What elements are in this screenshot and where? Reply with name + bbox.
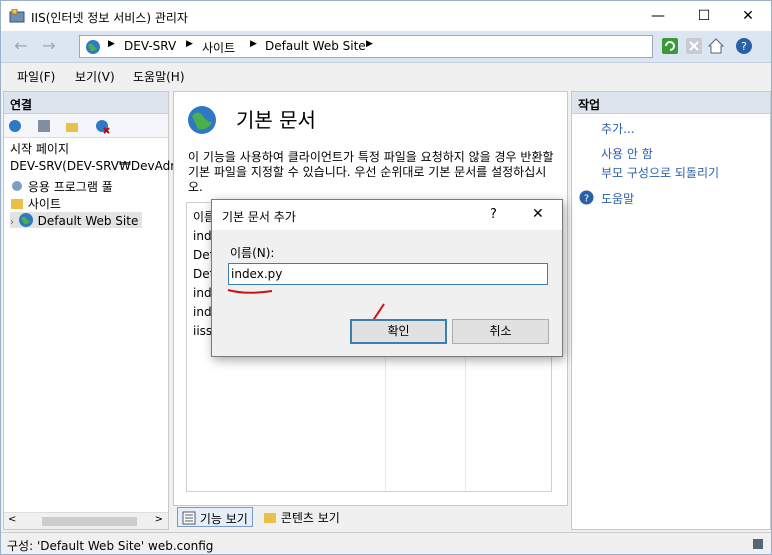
svg-text:?: ? bbox=[741, 40, 747, 53]
features-view-icon bbox=[182, 511, 196, 525]
globe-icon bbox=[18, 213, 33, 227]
iis-manager-window: IIS(인터넷 정보 서비스) 관리자 — ☐ ✕ ← → ▶ DEV-SRV … bbox=[0, 0, 772, 555]
feature-description: 이 기능을 사용하여 클라이언트가 특정 파일을 요청하지 않을 경우 반환할 … bbox=[188, 150, 554, 194]
cancel-button[interactable]: 취소 bbox=[452, 319, 549, 344]
help-icon: ? bbox=[579, 190, 594, 205]
status-network-icon bbox=[753, 539, 763, 549]
forward-button[interactable]: → bbox=[37, 35, 61, 59]
tree-server[interactable]: DEV-SRV(DEV-SRV₩DevAdm bbox=[10, 159, 182, 173]
breadcrumb-server[interactable]: DEV-SRV bbox=[124, 39, 176, 53]
menu-view[interactable]: 보기(V) bbox=[75, 68, 115, 85]
sites-folder-icon bbox=[11, 199, 23, 209]
disconnect-icon[interactable] bbox=[94, 118, 110, 134]
tree-sites[interactable]: 사이트 bbox=[10, 195, 61, 212]
window-title: IIS(인터넷 정보 서비스) 관리자 bbox=[31, 11, 188, 25]
actions-pane: 작업 추가... 사용 안 함 부모 구성으로 되돌리기 ? 도움말 bbox=[571, 91, 771, 530]
tree-start-page[interactable]: 시작 페이지 bbox=[10, 140, 69, 157]
action-disable[interactable]: 사용 안 함 bbox=[601, 145, 653, 162]
scroll-right-icon[interactable]: > bbox=[155, 514, 163, 525]
chevron-right-icon[interactable]: › bbox=[10, 217, 14, 228]
chevron-right-icon: ▶ bbox=[186, 39, 193, 49]
folder-up-icon[interactable] bbox=[64, 118, 80, 134]
stop-icon[interactable] bbox=[685, 37, 703, 55]
connections-header: 연결 bbox=[4, 92, 168, 114]
default-document-icon bbox=[188, 106, 216, 134]
status-text: 구성: 'Default Web Site' web.config bbox=[7, 539, 214, 553]
menu-file[interactable]: 파일(F) bbox=[17, 68, 55, 85]
page-title: 기본 문서 bbox=[236, 108, 316, 132]
tab-content-label: 콘텐츠 보기 bbox=[280, 511, 340, 525]
view-tabs: 기능 보기 콘텐츠 보기 bbox=[173, 506, 568, 530]
tab-features-view[interactable]: 기능 보기 bbox=[177, 507, 253, 527]
close-button[interactable]: ✕ bbox=[725, 1, 771, 31]
app-pool-icon bbox=[12, 181, 22, 191]
breadcrumb-sites[interactable]: 사이트 bbox=[202, 39, 235, 56]
globe-icon bbox=[86, 40, 100, 54]
red-underline-annotation bbox=[227, 289, 273, 294]
dialog-close-button[interactable]: ✕ bbox=[532, 206, 544, 222]
actions-header: 작업 bbox=[572, 92, 770, 114]
action-help[interactable]: 도움말 bbox=[601, 190, 634, 207]
back-button[interactable]: ← bbox=[9, 35, 33, 59]
navigation-bar: ← → ▶ DEV-SRV ▶ 사이트 ▶ Default Web Site ▶ bbox=[1, 31, 771, 63]
svg-text:?: ? bbox=[584, 194, 589, 205]
globe-icon[interactable] bbox=[7, 118, 23, 134]
breadcrumb-site[interactable]: Default Web Site bbox=[265, 39, 366, 53]
minimize-button[interactable]: — bbox=[635, 1, 681, 31]
title-bar: IIS(인터넷 정보 서비스) 관리자 — ☐ ✕ bbox=[1, 1, 771, 31]
home-icon[interactable] bbox=[707, 37, 725, 55]
tree-sites-label: 사이트 bbox=[27, 197, 61, 211]
iis-app-icon bbox=[9, 9, 25, 23]
name-label: 이름(N): bbox=[230, 246, 275, 260]
action-add[interactable]: 추가... bbox=[601, 120, 635, 137]
connections-toolbar bbox=[4, 114, 168, 138]
content-view-icon bbox=[264, 513, 276, 523]
tree-app-pools[interactable]: 응용 프로그램 풀 bbox=[10, 178, 113, 195]
chevron-right-icon: ▶ bbox=[250, 39, 257, 49]
chevron-right-icon: ▶ bbox=[366, 39, 373, 49]
help-icon[interactable]: ? bbox=[735, 37, 753, 55]
maximize-button[interactable]: ☐ bbox=[681, 1, 727, 31]
dialog-title: 기본 문서 추가 bbox=[222, 210, 296, 224]
tab-features-label: 기능 보기 bbox=[199, 512, 248, 526]
dialog-help-button[interactable]: ? bbox=[490, 207, 497, 222]
ok-button[interactable]: 확인 bbox=[350, 319, 447, 344]
scroll-left-icon[interactable]: < bbox=[8, 514, 16, 525]
tree-app-pools-label: 응용 프로그램 풀 bbox=[27, 180, 113, 194]
add-default-document-dialog: 기본 문서 추가 ? ✕ 이름(N): index.py 확인 취소 bbox=[211, 199, 563, 357]
address-bar[interactable]: ▶ DEV-SRV ▶ 사이트 ▶ Default Web Site ▶ bbox=[79, 35, 653, 58]
tree-default-web-site[interactable]: › Default Web Site bbox=[10, 212, 143, 228]
connections-pane: 연결 시작 페이지 DEV-SRV(DEV-SRV₩DevAdm 응용 프로그램… bbox=[3, 91, 182, 530]
action-revert-to-parent[interactable]: 부모 구성으로 되돌리기 bbox=[601, 164, 719, 181]
scrollbar-thumb[interactable] bbox=[42, 517, 137, 526]
dialog-title-bar: 기본 문서 추가 ? ✕ bbox=[212, 200, 562, 230]
menu-help[interactable]: 도움말(H) bbox=[133, 68, 185, 85]
status-bar: 구성: 'Default Web Site' web.config bbox=[1, 532, 771, 554]
refresh-icon[interactable] bbox=[661, 37, 679, 55]
tree-default-web-site-label: Default Web Site bbox=[37, 214, 139, 228]
horizontal-scrollbar[interactable]: < > bbox=[4, 512, 168, 529]
name-input[interactable]: index.py bbox=[228, 263, 548, 285]
save-icon[interactable] bbox=[36, 118, 52, 134]
tab-content-view[interactable]: 콘텐츠 보기 bbox=[259, 507, 344, 527]
chevron-right-icon: ▶ bbox=[108, 39, 115, 49]
menu-bar: 파일(F) 보기(V) 도움말(H) bbox=[1, 64, 771, 87]
